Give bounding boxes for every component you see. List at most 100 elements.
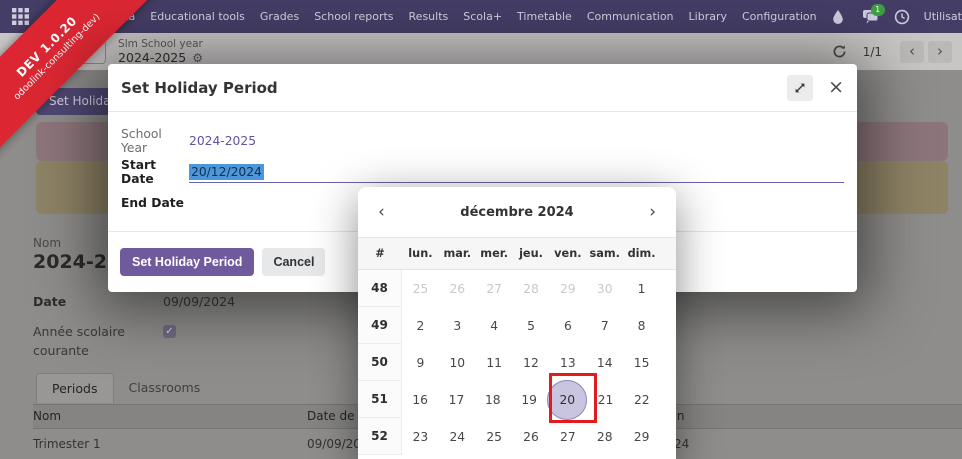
date-field-label: Date: [33, 294, 66, 309]
col-nom: Nom: [33, 409, 61, 423]
day-cell[interactable]: 29: [623, 418, 660, 455]
day-cell[interactable]: 3: [439, 307, 476, 344]
day-cell[interactable]: 16: [402, 381, 438, 418]
day-cell[interactable]: 24: [439, 418, 476, 455]
week-number: 48: [358, 270, 402, 307]
week-number: 51: [358, 381, 402, 418]
day-cell[interactable]: 19: [511, 381, 547, 418]
weekday-header-row: # lun. mar. mer. jeu. ven. sam. dim.: [358, 237, 676, 270]
menu-scola-plus[interactable]: Scola+: [463, 10, 502, 23]
tab-periods[interactable]: Periods: [36, 373, 114, 403]
end-date-label: End Date: [121, 196, 189, 210]
pager-next-button[interactable]: ›: [928, 41, 952, 63]
week-number: 52: [358, 418, 402, 455]
day-cell[interactable]: 23: [402, 418, 439, 455]
day-cell[interactable]: 22: [624, 381, 660, 418]
datepicker-month-label: décembre 2024: [385, 205, 649, 220]
day-cell[interactable]: 12: [513, 344, 550, 381]
messages-icon[interactable]: 1: [862, 9, 878, 25]
menu-school-reports[interactable]: School reports: [314, 10, 393, 23]
datepicker-popup: ‹ décembre 2024 › # lun. mar. mer. jeu. …: [358, 187, 676, 459]
day-cell[interactable]: 4: [476, 307, 513, 344]
breadcrumb-model[interactable]: Slm School year: [118, 39, 203, 50]
day-cell[interactable]: 27: [476, 270, 513, 307]
day-cell[interactable]: 25: [476, 418, 513, 455]
day-cell[interactable]: 9: [402, 344, 439, 381]
menu-grades[interactable]: Grades: [260, 10, 299, 23]
calendar-week-row: 492345678: [358, 307, 676, 344]
day-cell[interactable]: 30: [586, 270, 623, 307]
menu-communication[interactable]: Communication: [587, 10, 674, 23]
dialog-header: Set Holiday Period ×: [108, 64, 857, 112]
day-cell[interactable]: 25: [402, 270, 439, 307]
pager-previous-button[interactable]: ‹: [900, 41, 924, 63]
cancel-button[interactable]: Cancel: [262, 248, 325, 276]
previous-month-icon[interactable]: ‹: [378, 204, 385, 221]
cell-nom: Trimester 1: [33, 437, 101, 451]
menu-timetable[interactable]: Timetable: [517, 10, 572, 23]
gear-icon[interactable]: ⚙: [192, 52, 203, 64]
notebook-tabs: Periods Classrooms: [36, 373, 215, 403]
start-date-label: Start Date: [121, 158, 189, 186]
day-cell[interactable]: 29: [549, 270, 586, 307]
day-cell[interactable]: 8: [623, 307, 660, 344]
pager-counter: 1/1: [863, 45, 882, 59]
droplet-icon[interactable]: [830, 9, 846, 25]
activity-clock-icon[interactable]: [894, 9, 910, 25]
weeknum-col-header: #: [358, 247, 402, 260]
current-year-checkbox[interactable]: ✓: [163, 325, 176, 338]
top-navbar: My data Educational tools Grades School …: [0, 0, 962, 33]
day-cell[interactable]: 5: [513, 307, 550, 344]
breadcrumb-record[interactable]: 2024-2025: [118, 52, 186, 65]
start-date-input[interactable]: 20/12/2024: [189, 161, 844, 183]
day-cell[interactable]: 28: [586, 418, 623, 455]
calendar-week-row: 5116171819202122: [358, 381, 676, 418]
day-cell[interactable]: 2: [402, 307, 439, 344]
day-cell[interactable]: 10: [439, 344, 476, 381]
school-year-label: School Year: [121, 127, 189, 155]
topbar-icons: 1: [830, 9, 910, 25]
day-cell[interactable]: 26: [439, 270, 476, 307]
day-cell[interactable]: 17: [438, 381, 474, 418]
top-menu: My data Educational tools Grades School …: [91, 10, 818, 23]
calendar-week-row: 509101112131415: [358, 344, 676, 381]
screen: My data Educational tools Grades School …: [0, 0, 962, 459]
weekday-thu: jeu.: [513, 247, 550, 260]
day-cell[interactable]: 26: [513, 418, 550, 455]
day-cell[interactable]: 11: [476, 344, 513, 381]
apps-grid-icon[interactable]: [12, 8, 29, 25]
datepicker-nav: ‹ décembre 2024 ›: [358, 187, 676, 237]
pager-controls: 1/1 ‹ ›: [832, 41, 952, 63]
school-year-value[interactable]: 2024-2025: [189, 134, 256, 148]
name-field-label: Nom: [33, 236, 61, 250]
day-cell[interactable]: 18: [475, 381, 511, 418]
menu-results[interactable]: Results: [409, 10, 449, 23]
next-month-icon[interactable]: ›: [649, 204, 656, 221]
dialog-title: Set Holiday Period: [121, 79, 787, 97]
menu-educational-tools[interactable]: Educational tools: [150, 10, 245, 23]
menu-configuration[interactable]: Configuration: [742, 10, 817, 23]
breadcrumb: Slm School year 2024-2025 ⚙: [118, 39, 203, 65]
weekday-sat: sam.: [586, 247, 623, 260]
calendar-week-row: 5223242526272829: [358, 418, 676, 455]
user-menu[interactable]: Utilisat: [924, 10, 962, 23]
expand-dialog-button[interactable]: [787, 75, 813, 101]
day-cell[interactable]: 1: [623, 270, 660, 307]
date-field-value: 09/09/2024: [163, 294, 235, 309]
day-cell[interactable]: 28: [513, 270, 550, 307]
current-year-label: Année scolaire courante: [33, 322, 145, 360]
set-holiday-period-submit-button[interactable]: Set Holiday Period: [120, 248, 254, 276]
day-cell[interactable]: 7: [586, 307, 623, 344]
message-count-badge: 1: [871, 4, 885, 16]
day-cell[interactable]: 27: [549, 418, 586, 455]
week-number: 49: [358, 307, 402, 344]
weekday-sun: dim.: [623, 247, 660, 260]
day-cell[interactable]: 6: [549, 307, 586, 344]
weekday-fri: ven.: [549, 247, 586, 260]
menu-library[interactable]: Library: [689, 10, 727, 23]
tab-classrooms[interactable]: Classrooms: [114, 373, 216, 403]
refresh-icon[interactable]: [832, 44, 847, 59]
day-cell[interactable]: 15: [623, 344, 660, 381]
close-icon[interactable]: ×: [828, 78, 844, 97]
week-number: 50: [358, 344, 402, 381]
